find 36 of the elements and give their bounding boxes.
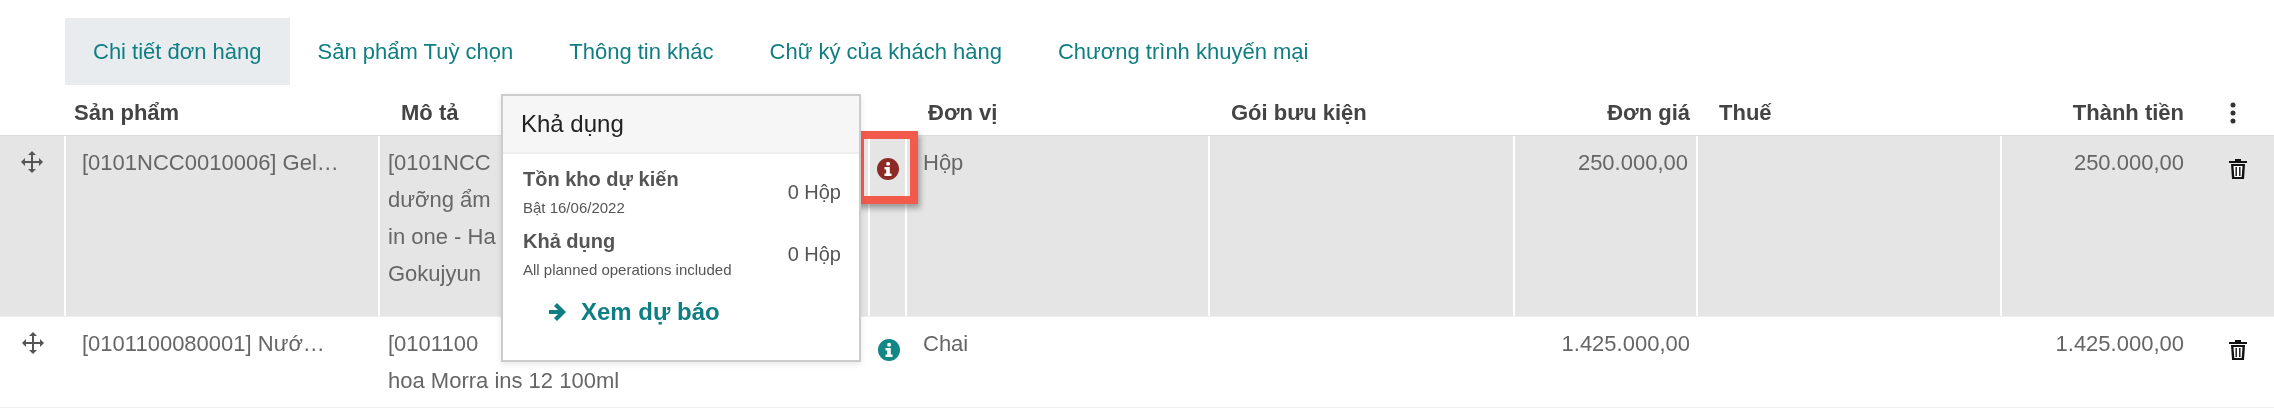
stock-quantity: 0 Hộp <box>787 180 841 204</box>
move-handle-icon[interactable] <box>20 150 44 174</box>
trash-icon[interactable] <box>2228 339 2248 361</box>
info-icon[interactable] <box>877 339 900 361</box>
table-cell-text: 1.425.000,00 <box>1561 330 1690 358</box>
stock-label: Khả dụng <box>523 230 617 253</box>
tab[interactable]: Thông tin khác <box>541 18 742 85</box>
tab[interactable]: Chữ ký của khách hàng <box>741 18 1030 85</box>
column-header[interactable]: Thuế <box>1698 99 2002 126</box>
column-header[interactable]: Sản phẩm <box>66 99 380 126</box>
stock-quantity: 0 Hộp <box>787 242 841 266</box>
tab[interactable]: Chi tiết đơn hàng <box>65 18 290 85</box>
table-cell-text: Hộp <box>923 149 964 177</box>
stock-note: All planned operations included <box>523 261 733 278</box>
trash-icon[interactable] <box>2228 158 2248 180</box>
tab[interactable]: Chương trình khuyến mại <box>1029 18 1337 85</box>
table-cell-text: [0101100080001] Nướ… <box>82 330 325 358</box>
move-handle-icon[interactable] <box>21 331 45 355</box>
column-header[interactable]: Đơn vị <box>907 99 1210 126</box>
table-cell-text: [0101NCC dưỡng ẩm in one - Ha Gokujyun <box>388 149 496 288</box>
stock-note: Bật 16/06/2022 <box>523 199 626 216</box>
kebab-menu-icon[interactable] <box>2230 101 2236 124</box>
stock-label: Tồn kho dự kiến <box>523 168 680 191</box>
table-cell-text: Chai <box>923 330 969 358</box>
info-icon[interactable] <box>876 158 899 180</box>
table-cell-text: 250.000,00 <box>1577 149 1688 177</box>
table-cell-text: [0101100 hoa Morra ins 12 100ml <box>388 330 620 395</box>
table-cell-text: 250.000,00 <box>2073 149 2184 177</box>
column-header[interactable]: Gói bưu kiện <box>1210 99 1515 126</box>
column-header[interactable]: Thành tiền <box>2002 99 2192 126</box>
table-cell-text: [0101NCC0010006] Gel… <box>82 149 339 177</box>
tab[interactable]: Sản phẩm Tuỳ chọn <box>289 18 542 85</box>
arrow-right-icon <box>547 301 569 323</box>
column-header[interactable]: Đơn giá <box>1515 99 1698 126</box>
table-cell-text: 1.425.000,00 <box>2055 330 2184 358</box>
popover-title: Khả dụng <box>521 110 624 138</box>
